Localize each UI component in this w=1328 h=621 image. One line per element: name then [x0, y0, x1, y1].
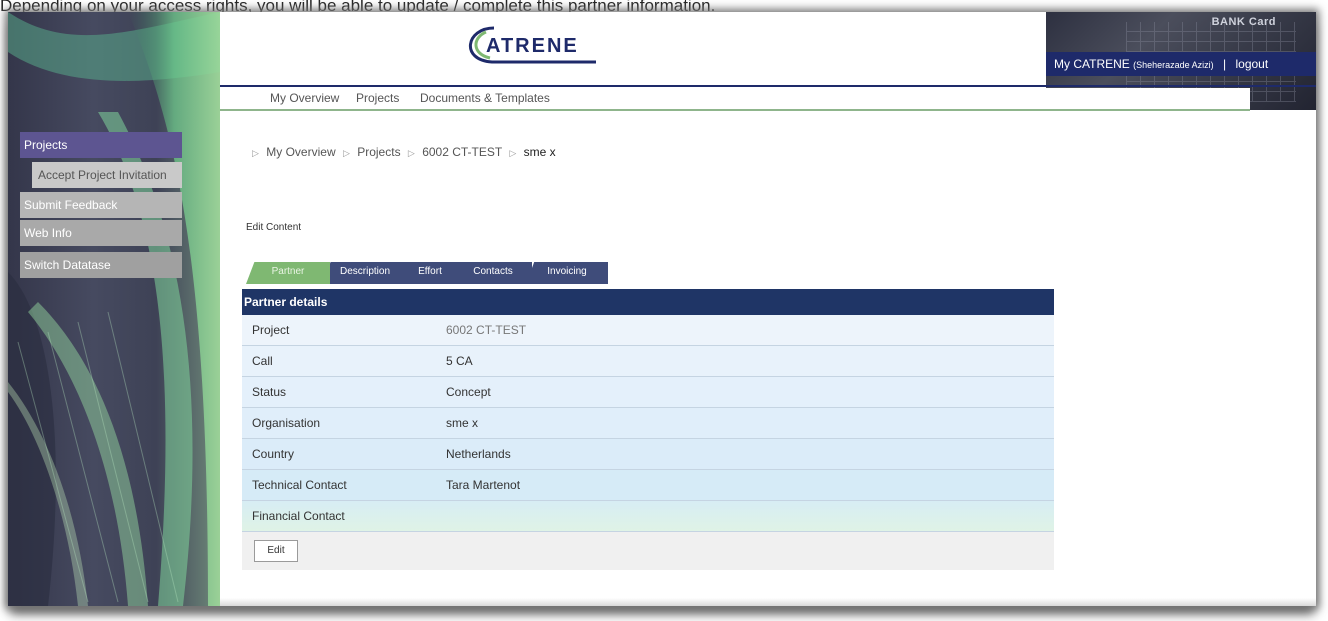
table-title: Partner details [242, 289, 1054, 315]
bottom-shade [220, 598, 1316, 606]
nav-documents-templates[interactable]: Documents & Templates [420, 91, 550, 105]
row-label-call: Call [252, 354, 273, 368]
header: ATRENE BANK Card My CATRENE (Sheherazade… [220, 12, 1316, 110]
table-row: Organisation sme x [242, 408, 1054, 439]
row-label-status: Status [252, 385, 287, 399]
tab-partner[interactable]: Partner [246, 262, 330, 284]
row-value-country: Netherlands [446, 447, 511, 461]
breadcrumb-arrow-icon: ▷ [407, 148, 415, 158]
row-label-organisation: Organisation [252, 416, 321, 430]
row-value-status: Concept [446, 385, 491, 399]
sidebar-item-switch-database[interactable]: Switch Datatase [20, 252, 182, 278]
catrene-logo: ATRENE [469, 26, 596, 64]
separator: | [1223, 57, 1227, 71]
tab-invoicing[interactable]: Invoicing [526, 262, 608, 284]
breadcrumb-arrow-icon: ▷ [252, 148, 259, 158]
table-row: Call 5 CA [242, 346, 1054, 377]
table-row: Financial Contact [242, 501, 1054, 532]
user-name: (Sheherazade Azizi) [1133, 60, 1214, 70]
bank-card-label: BANK Card [1211, 16, 1276, 28]
left-decorative-panel [8, 12, 220, 606]
nav-my-overview[interactable]: My Overview [270, 91, 339, 105]
row-label-technical-contact: Technical Contact [252, 478, 347, 492]
sidebar-item-web-info[interactable]: Web Info [20, 220, 182, 246]
breadcrumb-arrow-icon: ▷ [342, 148, 350, 158]
row-value-organisation: sme x [446, 416, 479, 430]
tab-description[interactable]: Description [322, 262, 408, 284]
sidebar-item-submit-feedback[interactable]: Submit Feedback [20, 192, 182, 218]
row-value-technical-contact: Tara Martenot [446, 478, 521, 492]
table-actions: Edit [242, 532, 1054, 570]
row-value-project: 6002 CT-TEST [446, 323, 527, 337]
table-row: Technical Contact Tara Martenot [242, 470, 1054, 501]
breadcrumb-projects[interactable]: Projects [357, 145, 400, 159]
logout-link[interactable]: logout [1235, 57, 1268, 71]
row-value-call: 5 CA [446, 354, 473, 368]
sidebar-item-projects[interactable]: Projects [20, 132, 182, 158]
app-window: ATRENE BANK Card My CATRENE (Sheherazade… [8, 12, 1316, 606]
table-row: Country Netherlands [242, 439, 1054, 470]
breadcrumb-current: sme x [523, 145, 556, 159]
table-row: Status Concept [242, 377, 1054, 408]
edit-content-heading: Edit Content [246, 222, 302, 233]
decorative-graphic [8, 12, 220, 606]
user-bar: My CATRENE (Sheherazade Azizi) | logout [1046, 52, 1316, 76]
row-label-financial-contact: Financial Contact [252, 509, 345, 523]
table-row: Project 6002 CT-TEST [242, 315, 1054, 346]
row-label-project: Project [252, 323, 290, 337]
breadcrumb-arrow-icon: ▷ [509, 148, 517, 158]
nav-divider [220, 109, 1250, 111]
main-nav: My Overview Projects Documents & Templat… [220, 88, 1250, 110]
edit-button[interactable]: Edit [254, 540, 298, 562]
tab-contacts[interactable]: Contacts [454, 262, 532, 284]
breadcrumb-my-overview[interactable]: My Overview [266, 145, 335, 159]
partner-details-table: Partner details Project 6002 CT-TEST Cal… [242, 289, 1054, 570]
sidebar-item-accept-project-invitation[interactable]: Accept Project Invitation [32, 162, 182, 188]
my-catrene-link[interactable]: My CATRENE [1054, 57, 1130, 71]
row-label-country: Country [252, 447, 295, 461]
nav-projects[interactable]: Projects [356, 91, 399, 105]
header-divider [220, 85, 1316, 87]
breadcrumb-project[interactable]: 6002 CT-TEST [422, 145, 502, 159]
breadcrumb: ▷ My Overview ▷ Projects ▷ 6002 CT-TEST … [248, 145, 556, 159]
logo-text: ATRENE [486, 35, 579, 57]
